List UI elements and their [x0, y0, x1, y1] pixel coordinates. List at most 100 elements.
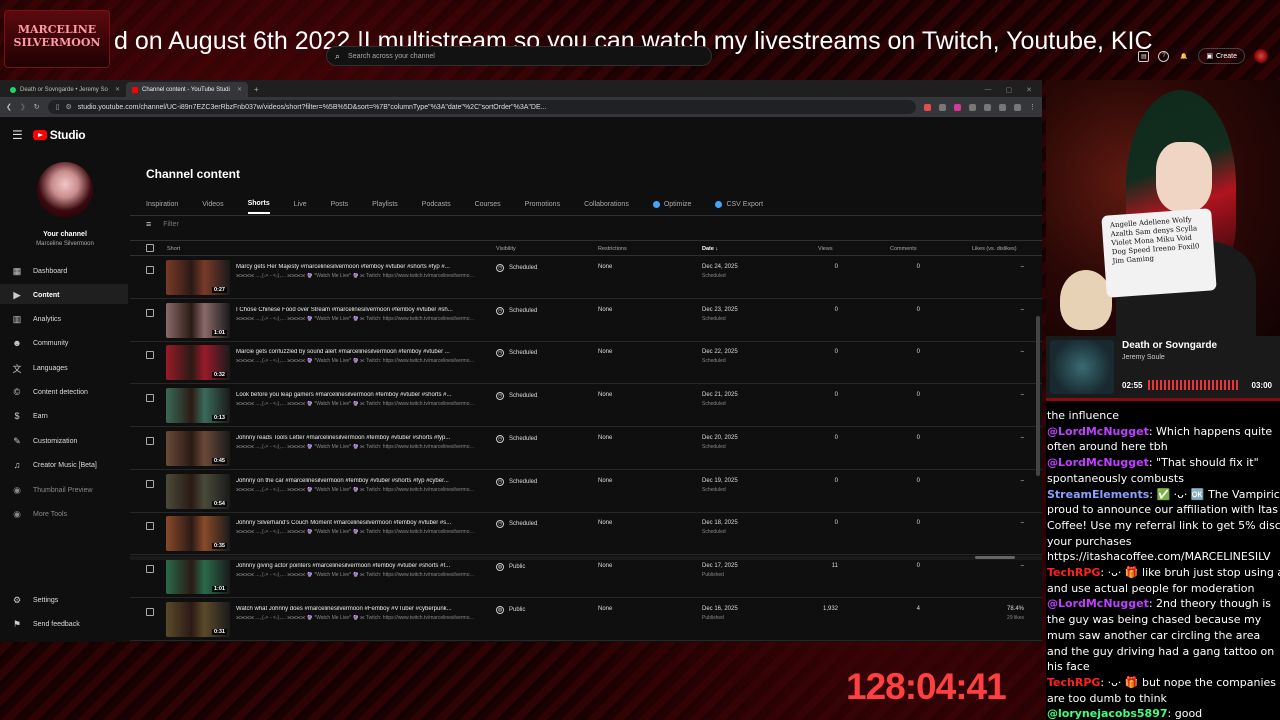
close-tab-icon[interactable]: ✕ [115, 86, 120, 93]
table-row[interactable]: 1:01 Johnny giving actor pointers #marce… [130, 555, 1042, 598]
video-thumbnail[interactable]: 0:27 [166, 260, 230, 295]
sidebar-item-settings[interactable]: ⚙ Settings [12, 593, 58, 607]
row-checkbox[interactable] [146, 522, 154, 531]
tab-posts[interactable]: Posts [331, 194, 349, 214]
video-thumbnail[interactable]: 1:01 [166, 558, 230, 594]
extension-icon[interactable] [1014, 103, 1021, 111]
reload-icon[interactable]: ↻ [34, 103, 40, 111]
bookmark-icon[interactable]: ▯ [56, 103, 60, 111]
url-field[interactable]: ▯ ⚙ studio.youtube.com/channel/UC-i89n7E… [47, 100, 916, 114]
video-thumbnail[interactable]: 0:35 [166, 516, 230, 552]
horizontal-scrollbar[interactable] [130, 556, 1042, 560]
hamburger-menu-icon[interactable]: ☰ [12, 128, 23, 142]
video-title[interactable]: Look before you leap gamers #marcelinesi… [236, 392, 476, 398]
forward-icon[interactable]: ❯ [20, 103, 26, 111]
new-tab-button[interactable]: + [248, 82, 265, 97]
visibility-status[interactable]: ◷ Scheduled [496, 477, 537, 486]
table-row[interactable]: 0:32 Marcie gets confuzzled by sound ale… [130, 341, 1042, 385]
table-row[interactable]: 0:45 Johnny reads Tools Letter #marcelin… [130, 427, 1042, 470]
close-tab-icon[interactable]: ✕ [237, 86, 242, 93]
vertical-scrollbar[interactable] [1036, 316, 1040, 476]
table-row[interactable]: 0:31 Watch what Johnny does #marcelinesi… [130, 598, 1042, 641]
visibility-status[interactable]: ◷ Scheduled [496, 520, 537, 529]
column-restrictions[interactable]: Restrictions [598, 246, 627, 252]
video-thumbnail[interactable]: 0:32 [166, 345, 230, 381]
visibility-status[interactable]: ◷ Scheduled [496, 392, 537, 401]
extension-icon[interactable] [939, 103, 946, 111]
channel-avatar[interactable] [37, 162, 93, 218]
close-window-icon[interactable]: ✕ [1026, 86, 1032, 94]
extension-icon[interactable] [924, 103, 931, 111]
visibility-status[interactable]: ◷ Scheduled [496, 264, 537, 272]
site-info-icon[interactable]: ⚙ [65, 103, 71, 111]
video-title[interactable]: Johnny Silverhand's Couch Moment #marcel… [236, 520, 476, 526]
table-row[interactable]: 0:27 Marcy gets Her Majesty #marcelinesi… [130, 256, 1042, 299]
video-thumbnail[interactable]: 0:31 [166, 601, 230, 637]
video-title[interactable]: Johnny on the car #marcelinesilvermoon #… [236, 478, 476, 484]
browser-tab-studio[interactable]: Channel content - YouTube Studi ✕ [126, 82, 248, 97]
tab-playlists[interactable]: Playlists [372, 194, 398, 214]
video-thumbnail[interactable]: 0:13 [166, 388, 230, 424]
video-title[interactable]: Watch what Johnny does #marcelinesilverm… [236, 606, 476, 612]
extension-icon[interactable] [954, 103, 961, 111]
tab-collaborations[interactable]: Collaborations [584, 194, 629, 214]
tab-podcasts[interactable]: Podcasts [422, 194, 451, 214]
visibility-status[interactable]: ◷ Scheduled [496, 306, 537, 315]
maximize-icon[interactable]: ▢ [1006, 86, 1013, 94]
row-checkbox[interactable] [146, 436, 154, 445]
video-title[interactable]: Johnny reads Tools Letter #marcelinesilv… [236, 435, 476, 441]
browser-tab-music[interactable]: Death or Sovngarde • Jeremy So ✕ [4, 82, 126, 97]
extension-icon[interactable] [969, 103, 976, 111]
video-title[interactable]: I Chose Chinese Food over Stream #marcel… [236, 307, 476, 313]
table-row[interactable]: 1:01 I Chose Chinese Food over Stream #m… [130, 299, 1042, 342]
visibility-status[interactable]: ◍ Public [496, 562, 525, 571]
row-checkbox[interactable] [146, 394, 154, 403]
tab-live[interactable]: Live [294, 194, 307, 214]
sidebar-item-analytics[interactable]: ▥ Analytics [12, 312, 61, 326]
sidebar-item-customization[interactable]: ✎ Customization [12, 434, 77, 448]
video-thumbnail[interactable]: 1:01 [166, 302, 230, 338]
menu-dots-icon[interactable]: ⋮ [1029, 103, 1036, 111]
sidebar-item-languages[interactable]: 文 Languages [12, 361, 67, 375]
visibility-status[interactable]: ◷ Scheduled [496, 349, 537, 358]
tab-optimize[interactable]: Optimize [652, 194, 691, 214]
table-row[interactable]: 0:13 Look before you leap gamers #marcel… [130, 384, 1042, 428]
back-icon[interactable]: ❮ [6, 103, 12, 111]
captions-icon[interactable]: ▤ [1138, 50, 1150, 62]
column-likes[interactable]: Likes (vs. dislikes) [972, 246, 1017, 252]
row-checkbox[interactable] [146, 607, 154, 616]
scroll-thumb[interactable] [975, 556, 1015, 559]
row-checkbox[interactable] [146, 479, 154, 488]
tab-inspiration[interactable]: Inspiration [146, 194, 178, 214]
tab-csv-export[interactable]: CSV Export [715, 194, 763, 214]
tab-shorts[interactable]: Shorts [247, 194, 270, 214]
sidebar-item-community[interactable]: ☻ Community [12, 336, 68, 350]
table-row[interactable]: 0:54 Johnny on the car #marcelinesilverm… [130, 470, 1042, 513]
row-checkbox[interactable] [146, 564, 154, 573]
column-visibility[interactable]: Visibility [496, 246, 516, 252]
row-checkbox[interactable] [146, 351, 154, 360]
tab-courses[interactable]: Courses [475, 194, 501, 214]
video-title[interactable]: Marcie gets confuzzled by sound alert #m… [236, 349, 476, 355]
sidebar-item-content[interactable]: ▶ Content [12, 288, 60, 302]
account-avatar[interactable] [1254, 49, 1268, 63]
notifications-icon[interactable]: 🔔 [1178, 51, 1189, 62]
video-thumbnail[interactable]: 0:45 [166, 430, 230, 466]
filter-bar[interactable]: ≡ Filter [146, 219, 179, 229]
minimize-icon[interactable]: — [985, 86, 992, 93]
column-date[interactable]: Date ↓ [702, 246, 718, 252]
extension-icon[interactable] [984, 103, 991, 111]
select-all-checkbox[interactable] [146, 244, 154, 252]
video-title[interactable]: Marcy gets Her Majesty #marcelinesilverm… [236, 264, 476, 270]
video-thumbnail[interactable]: 0:54 [166, 473, 230, 509]
row-checkbox[interactable] [146, 266, 154, 274]
row-checkbox[interactable] [146, 308, 154, 317]
sidebar-item-more-tools[interactable]: ◉ More Tools [12, 507, 67, 521]
video-title[interactable]: Johnny giving actor pointers #marcelines… [236, 563, 476, 569]
sidebar-item-feedback[interactable]: ⚑ Send feedback [12, 617, 80, 631]
sidebar-item-content-detection[interactable]: © Content detection [12, 385, 88, 399]
studio-logo[interactable]: Studio [32, 128, 86, 142]
visibility-status[interactable]: ◷ Scheduled [496, 434, 537, 443]
column-comments[interactable]: Comments [890, 246, 917, 252]
column-views[interactable]: Views [818, 246, 833, 252]
